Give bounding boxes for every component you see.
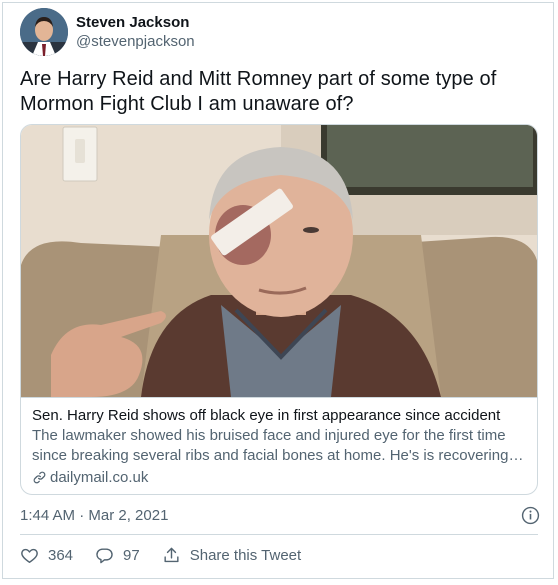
tweet-text: Are Harry Reid and Mitt Romney part of s… (20, 68, 497, 115)
like-button[interactable]: 364 (20, 546, 73, 565)
tweet-header: Steven Jackson @stevenpjackson (20, 8, 195, 56)
tweet-timestamp[interactable]: 1:44 AM · Mar 2, 2021 (20, 507, 168, 524)
card-description: The lawmaker showed his bruised face and… (32, 427, 509, 464)
like-count: 364 (48, 546, 74, 564)
heart-icon (21, 548, 38, 563)
card-title[interactable]: Sen. Harry Reid shows off black eye in f… (32, 406, 527, 425)
card-image[interactable] (21, 125, 537, 397)
reply-count: 97 (123, 546, 140, 564)
card-domain-text: dailymail.co.uk (50, 469, 149, 486)
reply-icon (96, 547, 113, 563)
card-domain[interactable]: dailymail.co.uk (32, 468, 527, 487)
share-label: Share this Tweet (189, 546, 302, 564)
tweet-actions: 364 97 Share this Tweet (20, 544, 323, 566)
info-icon[interactable] (521, 506, 540, 525)
tweet-card: Steven Jackson @stevenpjackson Are Harry… (2, 2, 554, 579)
display-name[interactable]: Steven Jackson (76, 13, 195, 32)
link-icon (33, 471, 46, 484)
share-button[interactable]: Share this Tweet (162, 546, 301, 565)
card-text: Sen. Harry Reid shows off black eye in f… (21, 397, 537, 487)
user-handle[interactable]: @stevenpjackson (76, 32, 195, 51)
avatar[interactable] (20, 8, 68, 56)
reply-button[interactable]: 97 (95, 546, 140, 565)
divider (20, 534, 538, 535)
link-preview-card[interactable]: Sen. Harry Reid shows off black eye in f… (20, 124, 538, 495)
tweet-meta: 1:44 AM · Mar 2, 2021 (20, 505, 540, 525)
share-icon (164, 547, 179, 562)
